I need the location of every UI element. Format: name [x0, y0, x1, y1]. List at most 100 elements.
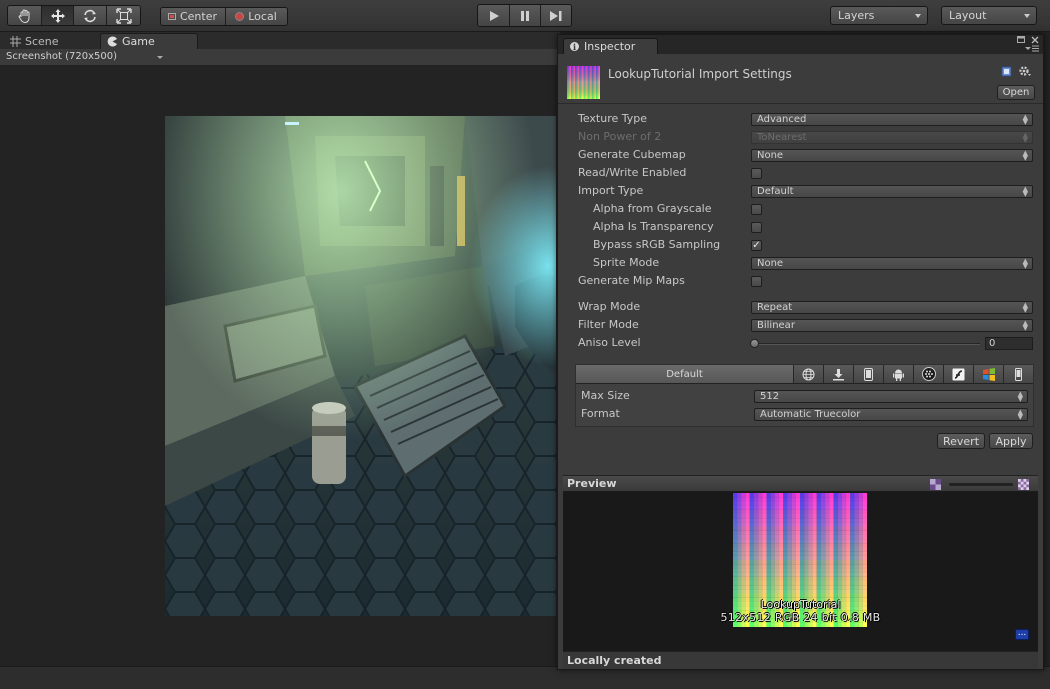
aniso-level-slider-track[interactable]	[754, 343, 980, 345]
tab-platform-blackberry[interactable]	[914, 365, 944, 383]
read-write-checkbox[interactable]	[751, 168, 762, 179]
web-player-icon	[802, 368, 815, 380]
sprite-mode-value: None	[757, 258, 784, 269]
bypass-srgb-row: Bypass sRGB Sampling ✓	[578, 238, 1033, 253]
ios-icon	[864, 367, 873, 381]
pivot-controls: Center Local	[160, 7, 288, 26]
pivot-icon	[167, 13, 176, 20]
aniso-level-value: 0	[989, 338, 996, 349]
window-controls	[1017, 36, 1039, 52]
asset-bundle-footer: Locally created	[563, 651, 1038, 669]
wrap-mode-row: Wrap Mode Repeat ▲ ▼	[578, 300, 1033, 315]
updown-arrows-icon: ▲ ▼	[1022, 257, 1028, 270]
tab-game[interactable]: Game	[100, 33, 198, 49]
import-type-value: Default	[757, 186, 794, 197]
tab-platform-flash[interactable]	[944, 365, 974, 383]
filter-mode-dropdown[interactable]: Bilinear ▲ ▼	[751, 319, 1033, 332]
tab-scene-label: Scene	[25, 34, 59, 48]
open-button[interactable]: Open	[997, 85, 1035, 100]
apply-button[interactable]: Apply	[989, 433, 1033, 449]
preview-texture-info: 512x512 RGB 24 bit 0.8 MB	[720, 611, 881, 624]
scale-icon	[115, 7, 132, 24]
layers-dropdown[interactable]: Layers	[830, 6, 928, 25]
scale-tool-button[interactable]	[107, 6, 140, 25]
gear-icon[interactable]	[1018, 65, 1032, 78]
open-button-label: Open	[1002, 87, 1030, 98]
android-icon	[893, 369, 904, 381]
tab-platform-web[interactable]	[794, 365, 824, 383]
texture-type-value: Advanced	[757, 114, 807, 125]
step-button[interactable]	[541, 5, 571, 26]
tab-platform-android[interactable]	[884, 365, 914, 383]
play-button[interactable]	[478, 5, 510, 26]
alpha-is-transparency-checkbox[interactable]	[751, 222, 762, 233]
grid-icon	[10, 35, 21, 47]
revert-button[interactable]: Revert	[937, 433, 985, 449]
sprite-mode-dropdown[interactable]: None ▲ ▼	[751, 257, 1033, 270]
apply-button-label: Apply	[995, 434, 1027, 448]
maximize-icon[interactable]	[1017, 36, 1025, 43]
windows-phone-icon	[1015, 367, 1022, 381]
updown-arrows-icon: ▲ ▼	[1022, 149, 1028, 162]
alpha-from-grayscale-checkbox[interactable]	[751, 204, 762, 215]
mip-level-slider[interactable]	[949, 483, 1013, 486]
flash-icon	[952, 368, 965, 380]
revert-button-label: Revert	[942, 434, 980, 448]
resolution-dropdown[interactable]: Screenshot (720x500)	[6, 51, 117, 62]
aniso-level-slider-thumb[interactable]	[750, 339, 759, 348]
aniso-level-field[interactable]: 0	[985, 337, 1033, 350]
alpha-checker-icon[interactable]	[930, 479, 941, 490]
tab-platform-windows-phone[interactable]	[1004, 365, 1033, 383]
generate-cubemap-dropdown[interactable]: None ▲ ▼	[751, 149, 1033, 162]
step-icon	[550, 10, 562, 21]
preview-header[interactable]: Preview	[563, 475, 1038, 492]
alpha-is-transparency-row: Alpha Is Transparency	[578, 220, 1033, 235]
close-icon[interactable]	[1031, 36, 1039, 44]
rotate-tool-button[interactable]	[74, 6, 107, 25]
bypass-srgb-label: Bypass sRGB Sampling	[593, 238, 721, 251]
hand-tool-button[interactable]	[8, 6, 42, 25]
windows-store-icon	[982, 367, 995, 381]
generate-cubemap-row: Generate Cubemap None ▲ ▼	[578, 148, 1033, 163]
tab-platform-standalone[interactable]	[824, 365, 854, 383]
import-type-row: Import Type Default ▲ ▼	[578, 184, 1033, 199]
inspector-window: i Inspector LookupTutorial Import Settin…	[557, 34, 1044, 670]
more-options-icon[interactable]: ...	[1015, 629, 1029, 640]
tab-platform-default[interactable]: Default	[576, 365, 794, 383]
layout-dropdown[interactable]: Layout	[941, 6, 1037, 25]
tab-platform-ios[interactable]	[854, 365, 884, 383]
preview-texture-name: LookupTutorial	[760, 598, 841, 611]
help-book-icon[interactable]	[1001, 66, 1012, 77]
generate-mip-maps-label: Generate Mip Maps	[578, 274, 685, 287]
context-menu-icon[interactable]	[1025, 45, 1039, 52]
play-icon	[489, 10, 499, 21]
max-size-dropdown[interactable]: 512 ▲ ▼	[754, 390, 1028, 403]
generate-mip-maps-checkbox[interactable]	[751, 276, 762, 287]
asset-origin-label: Locally created	[567, 654, 662, 667]
tab-scene[interactable]: Scene	[4, 33, 65, 49]
main-toolbar: Center Local Layers Layout	[0, 0, 1050, 32]
rotate-icon	[84, 9, 96, 22]
pivot-center-button[interactable]: Center	[161, 8, 226, 25]
wrap-mode-dropdown[interactable]: Repeat ▲ ▼	[751, 301, 1033, 314]
game-view-toolbar: Screenshot (720x500)	[0, 49, 560, 66]
format-row: Format Automatic Truecolor ▲ ▼	[581, 407, 1031, 422]
tab-platform-windows-store[interactable]	[974, 365, 1004, 383]
format-label: Format	[581, 407, 620, 420]
inspector-header: LookupTutorial Import Settings Open	[558, 54, 1043, 104]
alpha-from-grayscale-label: Alpha from Grayscale	[593, 202, 712, 215]
updown-arrows-icon: ▲ ▼	[1017, 390, 1023, 403]
import-type-dropdown[interactable]: Default ▲ ▼	[751, 185, 1033, 198]
updown-arrows-icon: ▲ ▼	[1022, 131, 1028, 144]
game-viewport[interactable]	[0, 66, 560, 666]
move-tool-button[interactable]	[42, 6, 74, 25]
mip-checker-icon[interactable]	[1018, 479, 1029, 490]
pivot-local-button[interactable]: Local	[226, 8, 287, 25]
texture-type-dropdown[interactable]: Advanced ▲ ▼	[751, 113, 1033, 126]
chevron-down-icon	[915, 14, 921, 18]
bypass-srgb-checkbox[interactable]: ✓	[751, 240, 762, 251]
pause-button[interactable]	[510, 5, 541, 26]
tab-inspector[interactable]: i Inspector	[563, 38, 659, 54]
format-dropdown[interactable]: Automatic Truecolor ▲ ▼	[754, 408, 1028, 421]
alpha-is-transparency-label: Alpha Is Transparency	[593, 220, 714, 233]
